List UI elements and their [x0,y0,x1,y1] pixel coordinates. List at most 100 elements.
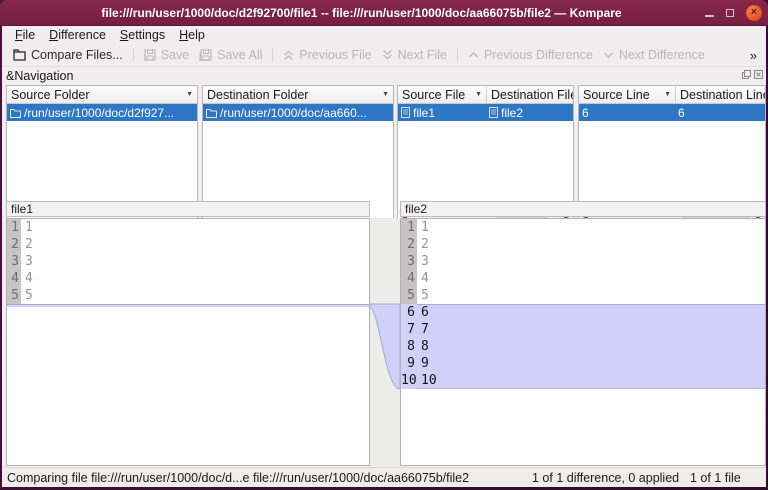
sort-descending-icon: ▼ [475,91,482,98]
previous-file-label: Previous File [299,48,371,62]
lines-header[interactable]: Source Line ▼ Destination Line [579,86,765,104]
line-number-gutter: 2 [401,236,417,253]
double-chevron-down-icon [382,49,393,61]
source-folder-column-label: Source Folder [11,88,90,102]
source-line-column-label: Source Line [583,88,650,102]
titlebar[interactable]: file:///run/user/1000/doc/d2f92700/file1… [0,0,768,26]
diff-line: 77 [401,321,765,338]
line-text: 7 [417,321,429,338]
file-icon [489,107,498,118]
line-text: 3 [417,253,429,270]
line-text: 9 [417,355,429,372]
diff-line: 55 [401,287,765,304]
left-file-label: file1 [6,201,370,217]
source-file-name: file1 [413,106,435,120]
line-text: 8 [417,338,429,355]
source-folder-row[interactable]: /run/user/1000/doc/d2f927... [7,104,197,121]
line-number-gutter: 1 [7,219,21,236]
menu-help[interactable]: Help [173,27,211,43]
source-diff-lines: 1122334455 [7,219,369,304]
close-button[interactable]: × [746,5,762,21]
line-text: 5 [417,287,429,304]
navigation-title-label: &Navigation [6,69,73,83]
next-difference-button[interactable]: Next Difference [598,46,710,64]
diff-line: 99 [401,355,765,372]
source-diff-pane[interactable]: 1122334455 [6,218,370,466]
menu-file[interactable]: File [9,27,41,43]
folder-icon [10,108,21,118]
toolbar-separator [272,48,273,62]
save-icon [144,49,156,61]
destination-line-number: 6 [678,106,685,120]
diff-line: 11 [401,219,765,236]
source-folder-header[interactable]: Source Folder ▼ [7,86,197,104]
float-icon[interactable] [742,70,751,79]
toolbar: Compare Files... Save Save All [2,44,766,67]
right-file-label: file2 [400,201,766,217]
window-title: file:///run/user/1000/doc/d2f92700/file1… [30,0,693,26]
statusbar: Comparing file file:///run/user/1000/doc… [2,467,766,487]
line-number-gutter: 4 [7,270,21,287]
diff-connector [370,218,400,466]
insertion-marker [7,304,369,307]
lines-row[interactable]: 6 6 [579,104,765,121]
source-file-column-label: Source File [402,88,465,102]
minimize-button[interactable] [705,15,714,17]
line-text: 1 [21,219,33,236]
save-all-button[interactable]: Save All [194,46,267,64]
source-line-number: 6 [582,106,589,120]
files-row[interactable]: file1 file2 [398,104,573,121]
menubar: File Difference Settings Help [2,26,766,44]
menu-difference[interactable]: Difference [43,27,112,43]
diff-line: 22 [7,236,369,253]
window-controls: × [705,0,762,26]
previous-difference-button[interactable]: Previous Difference [463,46,598,64]
difference-status: 1 of 1 difference, 0 applied [532,468,679,488]
sort-descending-icon: ▼ [382,91,389,98]
line-number-gutter: 6 [401,304,417,321]
toolbar-separator [457,48,458,62]
sort-descending-icon: ▼ [664,91,671,98]
file-status: 1 of 1 file [690,468,741,488]
previous-difference-label: Previous Difference [484,48,593,62]
maximize-button[interactable] [726,9,734,17]
diff-connector-curve [370,218,400,466]
diff-line: 44 [401,270,765,287]
previous-file-button[interactable]: Previous File [278,46,376,64]
menu-settings[interactable]: Settings [114,27,171,43]
destination-folder-row[interactable]: /run/user/1000/doc/aa660... [203,104,393,121]
status-message: Comparing file file:///run/user/1000/doc… [7,468,469,488]
toolbar-overflow-button[interactable]: » [746,48,760,63]
line-number-gutter: 4 [401,270,417,287]
save-button[interactable]: Save [139,46,195,64]
save-all-icon [199,49,212,61]
line-number-gutter: 1 [401,219,417,236]
line-number-gutter: 3 [401,253,417,270]
next-difference-label: Next Difference [619,48,705,62]
line-number-gutter: 5 [7,287,21,304]
diff-line: 44 [7,270,369,287]
line-text: 2 [21,236,33,253]
chevron-up-icon [468,50,479,60]
line-number-gutter: 2 [7,236,21,253]
line-number-gutter: 7 [401,321,417,338]
diff-line: 55 [7,287,369,304]
kompare-window: file:///run/user/1000/doc/d2f92700/file1… [0,0,768,490]
diff-line: 33 [7,253,369,270]
next-file-button[interactable]: Next File [377,46,452,64]
destination-folder-header[interactable]: Destination Folder ▼ [203,86,393,104]
files-header[interactable]: Source File ▼ Destination File [398,86,573,104]
compare-files-button[interactable]: Compare Files... [8,46,128,64]
destination-diff-pane[interactable]: 1122334455667788991010 [400,218,766,466]
folder-icon [206,108,217,118]
line-text: 10 [417,372,437,389]
save-label: Save [161,48,190,62]
double-chevron-up-icon [283,49,294,61]
diff-line: 33 [401,253,765,270]
diff-line: 66 [401,304,765,321]
close-icon[interactable] [754,70,763,79]
destination-folder-path: /run/user/1000/doc/aa660... [220,106,367,120]
line-number-gutter: 3 [7,253,21,270]
diff-line: 88 [401,338,765,355]
next-file-label: Next File [398,48,447,62]
